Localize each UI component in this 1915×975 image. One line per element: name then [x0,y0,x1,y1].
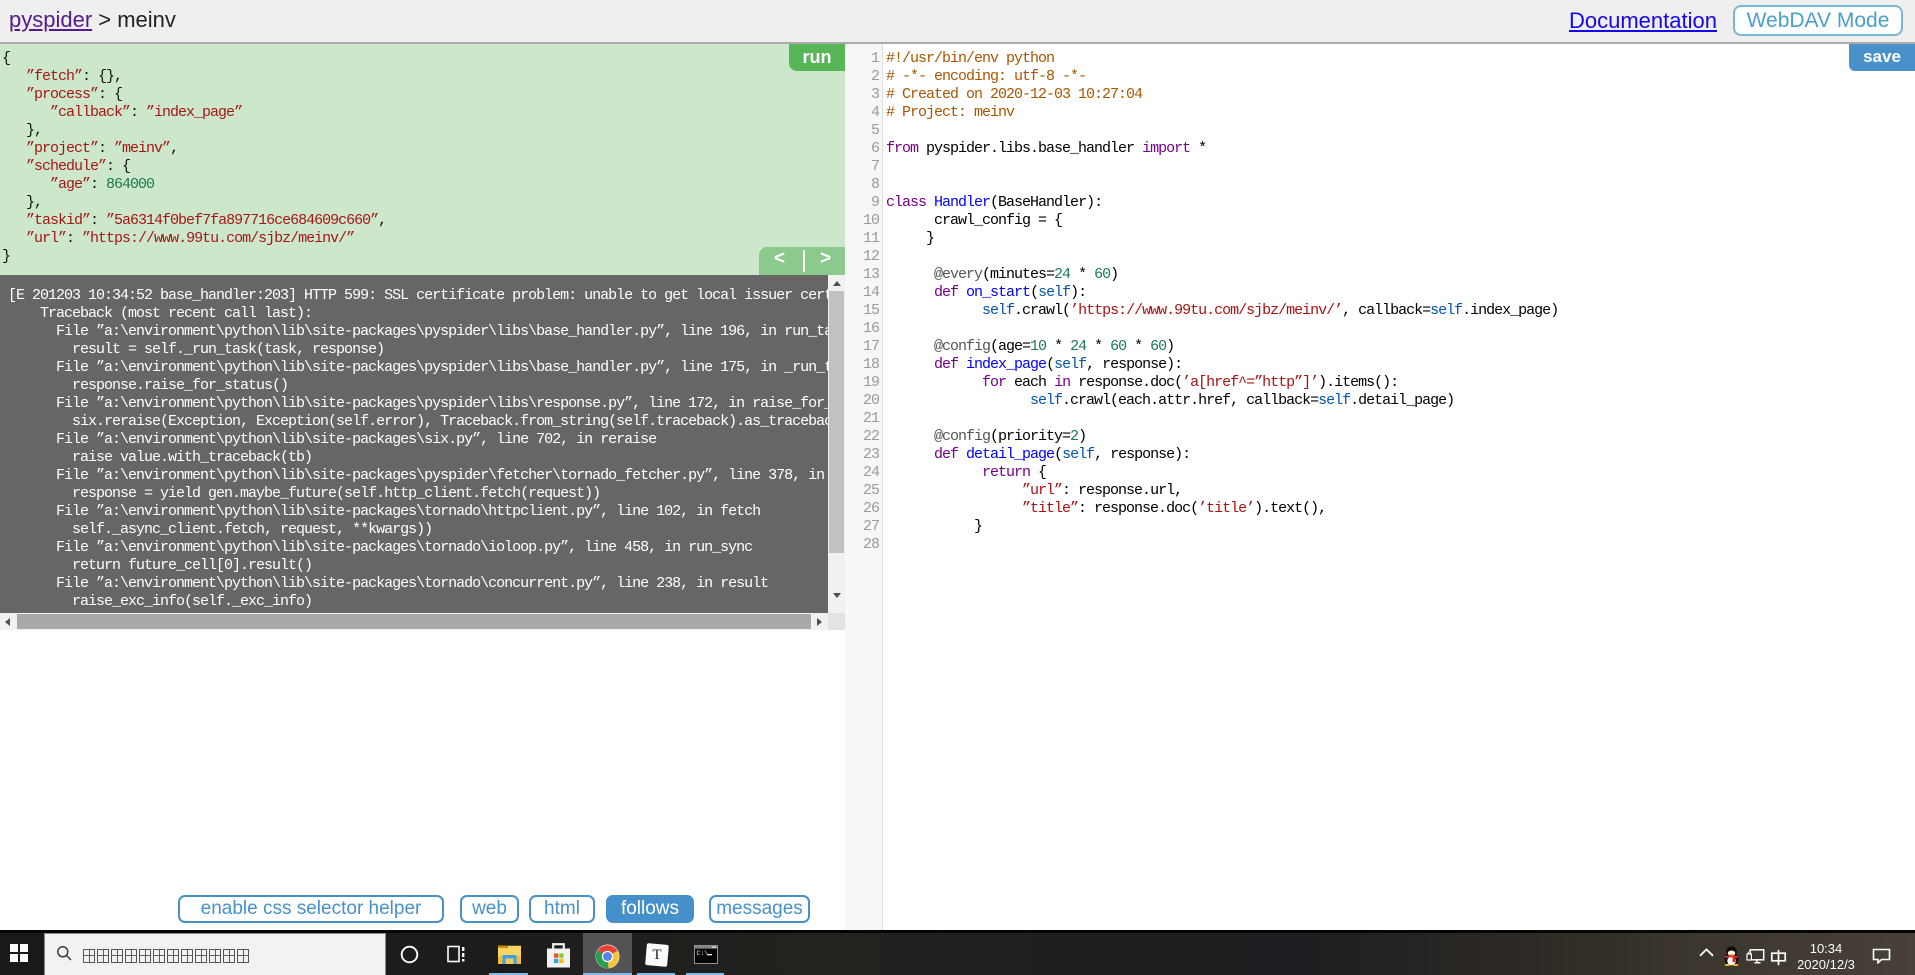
svg-text:C:\: C:\ [697,950,709,957]
